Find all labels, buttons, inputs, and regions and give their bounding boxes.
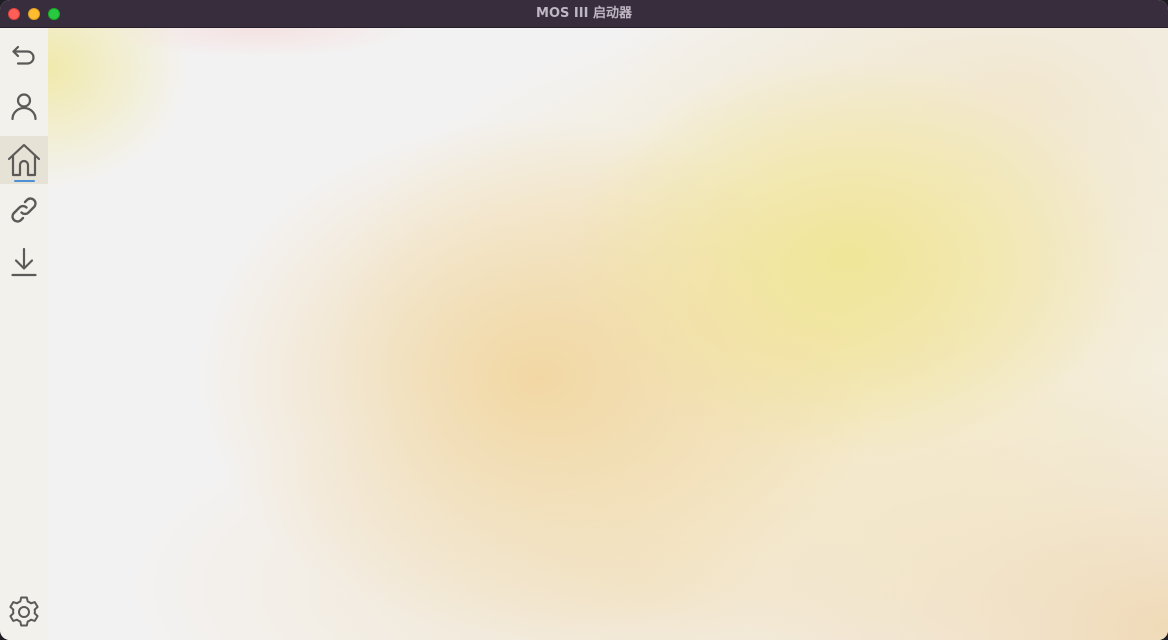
sidebar-item-settings[interactable] <box>0 588 48 636</box>
window-title: MOS III 启动器 <box>536 6 632 21</box>
main-content-area <box>48 28 1168 640</box>
sidebar <box>0 28 48 640</box>
home-icon <box>6 142 42 178</box>
sidebar-item-account[interactable] <box>0 82 48 130</box>
app-window: MOS III 启动器 <box>0 0 1168 640</box>
link-icon <box>7 193 41 227</box>
sidebar-item-downloads[interactable] <box>0 238 48 286</box>
sidebar-item-back[interactable] <box>0 30 48 78</box>
active-indicator <box>14 180 35 182</box>
undo-arrow-icon <box>9 39 39 69</box>
user-icon <box>8 90 40 122</box>
title-bar[interactable]: MOS III 启动器 <box>0 0 1168 28</box>
sidebar-item-home[interactable] <box>0 136 48 184</box>
gear-icon <box>6 594 42 630</box>
sidebar-item-links[interactable] <box>0 186 48 234</box>
download-icon <box>8 245 40 279</box>
